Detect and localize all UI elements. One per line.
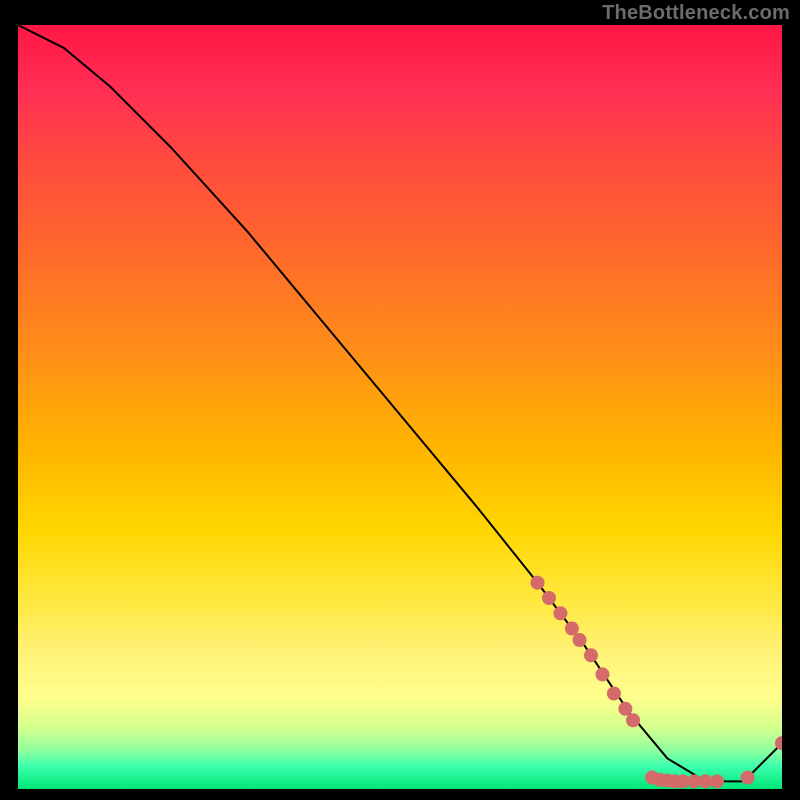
data-marker — [565, 622, 579, 636]
data-marker — [741, 771, 755, 785]
data-marker — [573, 633, 587, 647]
chart-frame: TheBottleneck.com — [0, 0, 800, 800]
data-marker — [618, 702, 632, 716]
data-marker — [710, 774, 724, 788]
data-marker — [626, 713, 640, 727]
data-marker — [553, 606, 567, 620]
plot-area — [18, 25, 782, 789]
data-marker — [607, 687, 621, 701]
curve-line — [18, 25, 782, 781]
data-marker — [542, 591, 556, 605]
data-markers — [531, 576, 782, 789]
bottleneck-curve-path — [18, 25, 782, 781]
data-marker — [595, 667, 609, 681]
watermark-text: TheBottleneck.com — [602, 2, 790, 25]
chart-svg — [18, 25, 782, 789]
data-marker — [584, 648, 598, 662]
data-marker — [531, 576, 545, 590]
